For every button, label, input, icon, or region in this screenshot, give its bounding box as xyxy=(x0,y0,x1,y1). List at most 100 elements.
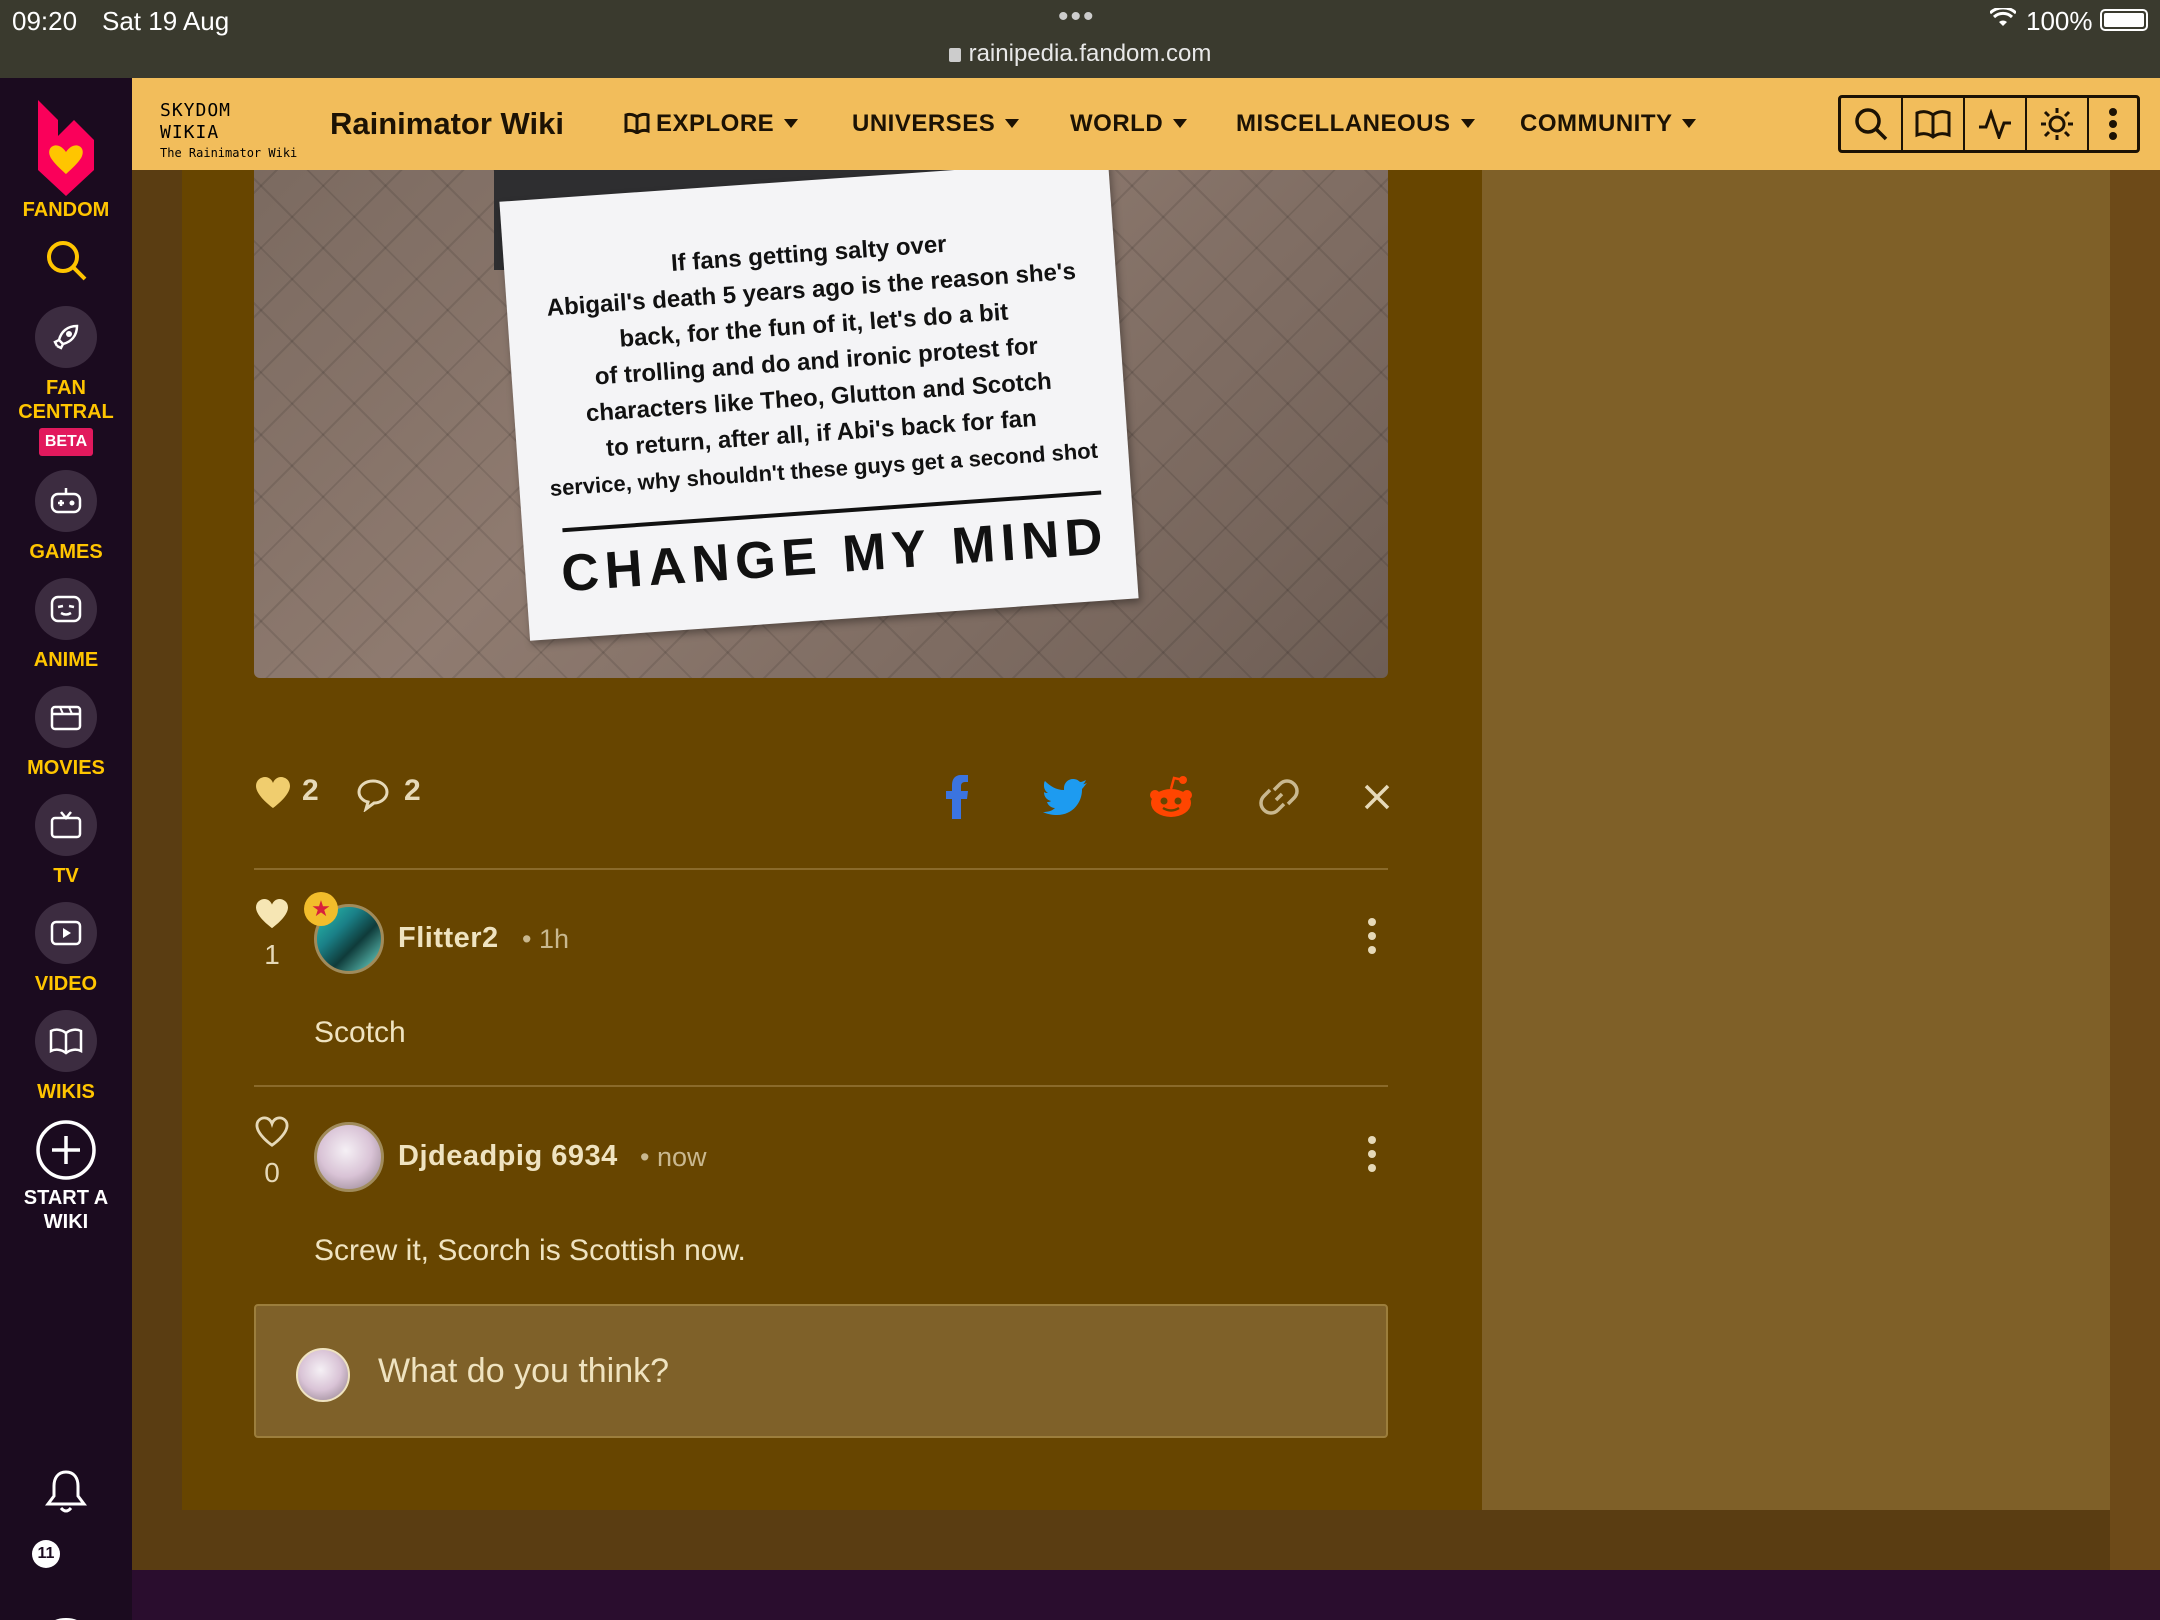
gamepad-icon xyxy=(35,470,97,532)
comment-more-options[interactable] xyxy=(1366,1136,1378,1178)
ios-status-bar: 09:20 Sat 19 Aug ••• rainipedia.fandom.c… xyxy=(0,0,2160,78)
rail-games-label: GAMES xyxy=(29,541,103,563)
rocket-icon xyxy=(35,306,97,368)
chevron-down-icon xyxy=(1460,119,1475,128)
wiki-title[interactable]: Rainimator Wiki xyxy=(330,106,564,142)
rail-fan-central[interactable]: FAN CENTRAL BETA xyxy=(0,306,132,456)
fandom-global-nav: FANDOM FAN CENTRAL BETA GAMES ANIME MOVI… xyxy=(0,78,132,1620)
rail-video-label: VIDEO xyxy=(34,973,98,995)
tv-icon xyxy=(35,794,97,856)
nav-tab-explore[interactable]: EXPLORE xyxy=(624,110,799,138)
comment-author[interactable]: Flitter2 xyxy=(398,922,499,955)
share-facebook-button[interactable] xyxy=(932,772,982,822)
activity-pulse-icon xyxy=(1979,109,2011,139)
rail-search[interactable] xyxy=(0,238,132,288)
link-icon xyxy=(1259,779,1299,815)
page-footer-strip xyxy=(132,1570,2160,1620)
wiki-wordmark-logo[interactable]: SKYDOM WIKIA The Rainimator Wiki xyxy=(160,100,302,160)
divider xyxy=(254,1085,1388,1087)
wiki-content-button[interactable] xyxy=(1903,98,1965,150)
notifications-button[interactable] xyxy=(0,1466,132,1516)
wiki-search-button[interactable] xyxy=(1841,98,1903,150)
twitter-bird-icon xyxy=(1043,779,1087,815)
composer-avatar xyxy=(296,1348,350,1402)
chevron-down-icon xyxy=(1005,119,1020,128)
chevron-down-icon xyxy=(1173,119,1188,128)
comment-timestamp: • 1h xyxy=(522,924,570,954)
comment-timestamp: • now xyxy=(640,1142,707,1172)
wifi-icon xyxy=(1988,6,2018,34)
post-image[interactable]: If fans getting salty over Abigail's dea… xyxy=(254,170,1388,678)
recent-activity-button[interactable] xyxy=(1965,98,2027,150)
comment-author[interactable]: Djdeadpig 6934 xyxy=(398,1140,618,1173)
meme-headline: CHANGE MY MIND xyxy=(559,507,1111,604)
meme-sign-text: If fans getting salty over Abigail's dea… xyxy=(533,217,1099,507)
heart-filled-icon xyxy=(256,898,288,929)
nav-tab-community[interactable]: COMMUNITY xyxy=(1520,110,1697,138)
wordmark-line-1: SKYDOM WIKIA xyxy=(160,100,232,143)
heart-outline-icon xyxy=(255,1116,289,1147)
anime-face-icon xyxy=(35,578,97,640)
rail-anime-label: ANIME xyxy=(33,649,99,671)
comment-input-placeholder[interactable]: What do you think? xyxy=(378,1352,669,1391)
search-icon xyxy=(47,241,87,281)
heart-filled-icon[interactable] xyxy=(254,776,292,810)
rail-start-wiki-label-1: START A xyxy=(23,1187,109,1209)
wiki-tools xyxy=(1838,95,2140,153)
comment-bubble-icon[interactable] xyxy=(356,778,390,812)
comment-body: Scotch xyxy=(314,1016,406,1049)
beta-badge: BETA xyxy=(38,428,94,456)
comment-like-count: 1 xyxy=(264,939,280,970)
multitasking-dots-icon[interactable]: ••• xyxy=(1058,0,1096,34)
rail-start-wiki[interactable]: START A WIKI xyxy=(0,1118,132,1234)
fandom-brand-label[interactable]: FANDOM xyxy=(0,198,132,222)
rail-tv-label: TV xyxy=(53,865,79,887)
nav-tab-universes-label: UNIVERSES xyxy=(852,110,996,137)
url-text: rainipedia.fandom.com xyxy=(968,40,1212,67)
nav-tab-universes[interactable]: UNIVERSES xyxy=(852,110,1020,138)
close-share-button[interactable] xyxy=(1352,772,1402,822)
rail-tv[interactable]: TV xyxy=(0,794,132,888)
nav-tab-explore-label: EXPLORE xyxy=(656,110,775,137)
rail-wikis[interactable]: WIKIS xyxy=(0,1010,132,1104)
copy-link-button[interactable] xyxy=(1254,772,1304,822)
open-book-icon xyxy=(35,1010,97,1072)
play-video-icon xyxy=(35,902,97,964)
rail-video[interactable]: VIDEO xyxy=(0,902,132,996)
rail-movies[interactable]: MOVIES xyxy=(0,686,132,780)
lock-icon xyxy=(948,48,961,62)
share-reddit-button[interactable] xyxy=(1146,772,1196,822)
comment-like[interactable]: 0 xyxy=(254,1116,290,1189)
dot xyxy=(1368,932,1376,940)
post-like-count: 2 xyxy=(302,774,319,807)
chevron-down-icon xyxy=(1682,119,1697,128)
rail-anime[interactable]: ANIME xyxy=(0,578,132,672)
battery-icon xyxy=(2100,9,2148,31)
fandom-logo-icon[interactable] xyxy=(24,96,108,200)
close-icon xyxy=(1364,784,1390,810)
star-badge-icon: ★ xyxy=(304,892,338,926)
nav-tab-world-label: WORLD xyxy=(1070,110,1164,137)
address-bar[interactable]: rainipedia.fandom.com xyxy=(0,40,2160,68)
theme-toggle-button[interactable] xyxy=(2027,98,2089,150)
comment-more-options[interactable] xyxy=(1366,918,1378,960)
rail-games[interactable]: GAMES xyxy=(0,470,132,564)
dot xyxy=(1368,918,1376,926)
rail-fan-central-label-2: CENTRAL xyxy=(18,401,114,423)
dot xyxy=(1368,1136,1376,1144)
share-twitter-button[interactable] xyxy=(1040,772,1090,822)
comment-time-value: now xyxy=(656,1142,707,1172)
comment-avatar[interactable] xyxy=(314,1122,384,1192)
more-options-button[interactable] xyxy=(2089,98,2137,150)
nav-tab-miscellaneous-label: MISCELLANEOUS xyxy=(1236,110,1451,137)
comment-composer[interactable]: What do you think? xyxy=(254,1304,1388,1438)
comment-item: 0 Djdeadpig 6934 • now Screw it, Scorch … xyxy=(254,1116,1388,1316)
vertical-dots-icon xyxy=(2109,108,2117,140)
search-icon xyxy=(1855,108,1888,141)
facebook-icon xyxy=(946,775,968,819)
wordmark-line-2: The Rainimator Wiki xyxy=(160,146,298,160)
nav-tab-world[interactable]: WORLD xyxy=(1070,110,1188,138)
notification-count-badge: 11 xyxy=(32,1540,60,1568)
comment-like[interactable]: 1 xyxy=(254,898,290,971)
nav-tab-miscellaneous[interactable]: MISCELLANEOUS xyxy=(1236,110,1475,138)
